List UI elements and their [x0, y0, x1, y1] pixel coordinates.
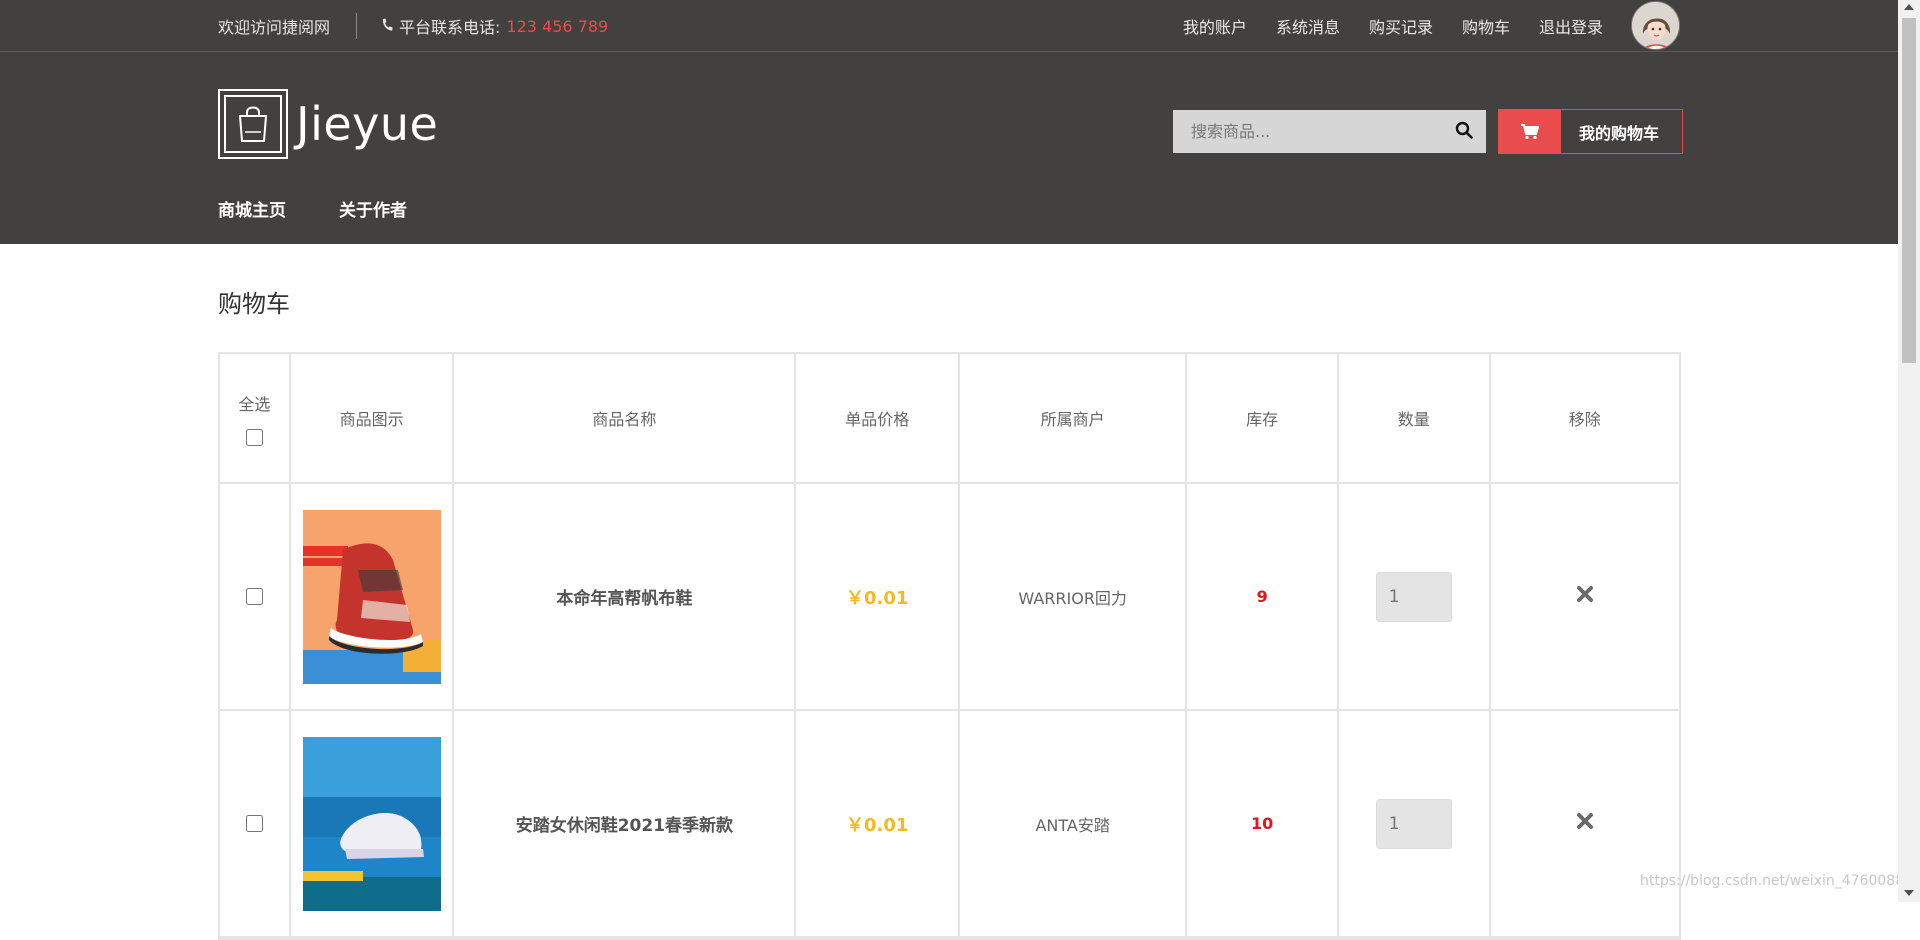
quantity-input[interactable]	[1375, 571, 1452, 622]
product-price-cell: ￥0.01	[796, 484, 960, 709]
my-cart-button[interactable]: 我的购物车	[1498, 109, 1683, 154]
product-image-cell	[291, 711, 455, 936]
product-price: ￥0.01	[845, 587, 909, 609]
logo-text: Jieyue	[296, 97, 439, 151]
stock-cell: 9	[1187, 484, 1339, 709]
select-all-label: 全选	[238, 394, 271, 414]
search-button[interactable]	[1442, 110, 1486, 153]
site-header: Jieyue 我的购物车 商城主页 关于作者	[0, 52, 1898, 244]
quantity-cell	[1339, 484, 1491, 709]
quantity-input[interactable]	[1375, 798, 1452, 849]
merchant-name: WARRIOR回力	[1018, 588, 1127, 608]
product-name[interactable]: 本命年高帮帆布鞋	[556, 584, 692, 609]
header-image: 商品图示	[291, 354, 455, 482]
phone-number: 123 456 789	[506, 16, 609, 36]
nav-about-author[interactable]: 关于作者	[339, 196, 407, 221]
divider	[356, 13, 357, 39]
watermark: https://blog.csdn.net/weixin_47600880	[1640, 873, 1914, 889]
nav-home[interactable]: 商城主页	[218, 196, 286, 221]
stock-cell: 10	[1187, 711, 1339, 936]
stock-value: 9	[1256, 587, 1268, 606]
cart-link[interactable]: 购物车	[1462, 14, 1510, 38]
phone-icon	[381, 17, 393, 36]
scroll-up-icon[interactable]	[1904, 4, 1914, 10]
table-row: 安踏女休闲鞋2021春季新款 ￥0.01 ANTA安踏 10	[220, 711, 1679, 938]
row-select-cell	[220, 484, 291, 709]
remove-cell	[1491, 711, 1679, 936]
merchant-cell: WARRIOR回力	[960, 484, 1188, 709]
logout-link[interactable]: 退出登录	[1539, 14, 1603, 38]
remove-icon[interactable]	[1576, 584, 1594, 609]
select-all-cell: 全选	[220, 354, 291, 482]
header-remove: 移除	[1568, 410, 1601, 429]
cart-icon	[1499, 110, 1561, 153]
search-icon	[1455, 121, 1473, 143]
cart-table: 全选 商品图示 商品名称 单品价格 所属商户 库存 数量 移除 本命年高帮帆布鞋…	[218, 352, 1681, 940]
product-image[interactable]	[302, 509, 441, 684]
search-bar	[1173, 109, 1486, 154]
product-image[interactable]	[302, 736, 441, 911]
header-stock: 库存	[1187, 354, 1339, 482]
scroll-down-icon[interactable]	[1904, 890, 1914, 896]
product-price: ￥0.01	[845, 814, 909, 836]
select-all-checkbox[interactable]	[245, 428, 263, 446]
avatar[interactable]	[1631, 1, 1680, 50]
table-row: 本命年高帮帆布鞋 ￥0.01 WARRIOR回力 9	[220, 484, 1679, 711]
product-name-cell: 本命年高帮帆布鞋	[454, 484, 797, 709]
product-name[interactable]: 安踏女休闲鞋2021春季新款	[516, 811, 733, 836]
row-select-checkbox[interactable]	[245, 588, 263, 605]
search-input[interactable]	[1173, 109, 1442, 154]
table-header-row: 全选 商品图示 商品名称 单品价格 所属商户 库存 数量 移除	[220, 354, 1679, 484]
main-nav: 商城主页 关于作者	[218, 196, 407, 221]
stock-value: 10	[1251, 814, 1274, 833]
site-logo[interactable]: Jieyue	[218, 89, 438, 159]
vertical-scrollbar[interactable]	[1898, 0, 1920, 902]
row-select-checkbox[interactable]	[245, 815, 263, 832]
remove-cell	[1491, 484, 1679, 709]
shopping-bag-logo-icon	[218, 89, 288, 159]
purchase-history-link[interactable]: 购买记录	[1369, 14, 1433, 38]
quantity-cell	[1339, 711, 1491, 936]
account-links: 我的账户 系统消息 购买记录 购物车 退出登录	[1183, 14, 1603, 38]
phone-label: 平台联系电话:	[399, 18, 501, 37]
my-cart-label: 我的购物车	[1579, 123, 1660, 143]
header-merchant: 所属商户	[960, 354, 1188, 482]
product-price-cell: ￥0.01	[796, 711, 960, 936]
merchant-name: ANTA安踏	[1035, 815, 1110, 835]
remove-icon[interactable]	[1576, 811, 1594, 836]
scrollbar-thumb[interactable]	[1902, 18, 1916, 363]
welcome-text: 欢迎访问捷阅网	[218, 18, 331, 37]
header-name: 商品名称	[454, 354, 797, 482]
product-name-cell: 安踏女休闲鞋2021春季新款	[454, 711, 797, 936]
page-title: 购物车	[218, 290, 290, 318]
phone-info: 平台联系电话: 123 456 789	[381, 14, 608, 38]
my-account-link[interactable]: 我的账户	[1183, 14, 1247, 38]
header-quantity: 数量	[1339, 354, 1491, 482]
merchant-cell: ANTA安踏	[960, 711, 1188, 936]
header-price: 单品价格	[796, 354, 960, 482]
product-image-cell	[291, 484, 455, 709]
top-bar: 欢迎访问捷阅网 平台联系电话: 123 456 789 我的账户 系统消息 购买…	[0, 0, 1898, 52]
row-select-cell	[220, 711, 291, 936]
system-messages-link[interactable]: 系统消息	[1276, 14, 1340, 38]
